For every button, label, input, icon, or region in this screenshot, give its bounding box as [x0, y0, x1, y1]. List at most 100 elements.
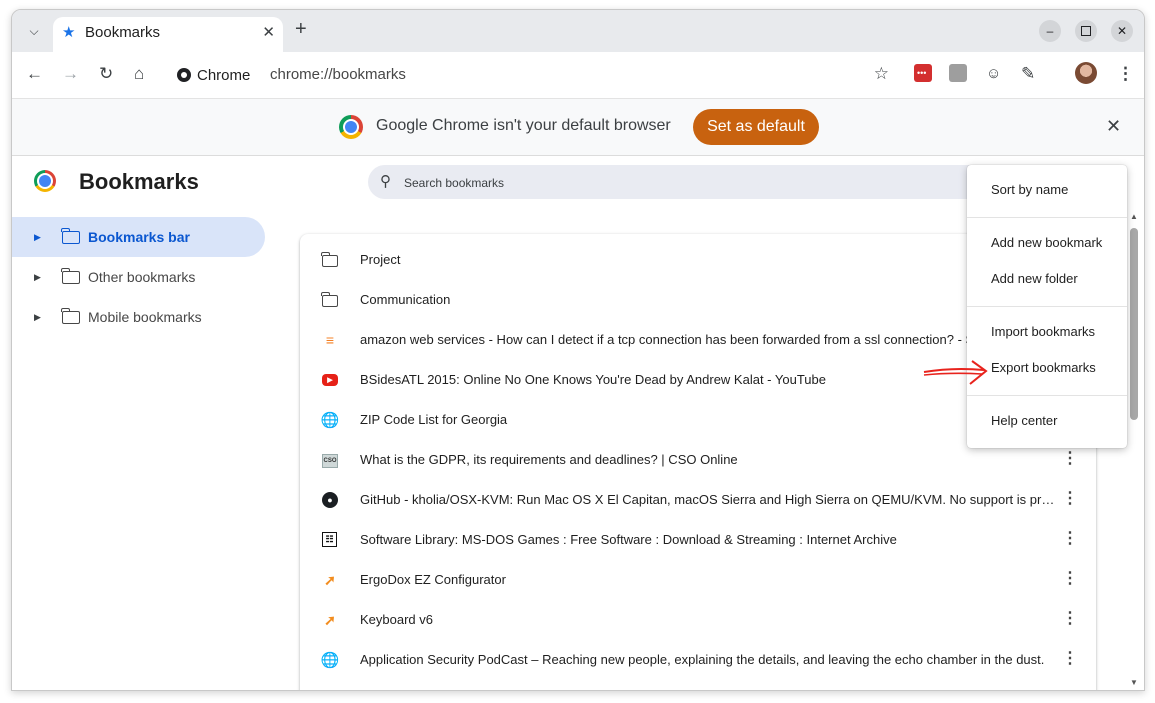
- sidebar-item-mobile-bookmarks[interactable]: ▶ Mobile bookmarks: [12, 297, 265, 337]
- globe-icon: 🌐: [320, 412, 340, 429]
- extension-puzzle-gray-icon[interactable]: [949, 64, 967, 82]
- bookmark-title: ZIP Code List for Georgia: [360, 412, 508, 427]
- tab-title: Bookmarks: [85, 24, 161, 41]
- star-icon: ★: [62, 24, 76, 41]
- close-window-button[interactable]: ✕: [1111, 20, 1133, 42]
- organize-menu: Sort by name Add new bookmark Add new fo…: [967, 165, 1127, 448]
- search-bookmarks-field[interactable]: ⚲: [368, 165, 1058, 199]
- menu-item-add-new-folder[interactable]: Add new folder: [967, 261, 1127, 297]
- ergodox-icon: ➚: [324, 611, 336, 628]
- menu-item-label: Export bookmarks: [991, 360, 1096, 375]
- expand-arrow-icon[interactable]: ▶: [34, 272, 41, 283]
- ergodox-icon: ➚: [324, 571, 336, 588]
- url-text[interactable]: chrome://bookmarks: [270, 66, 406, 83]
- folder-icon: [61, 268, 80, 284]
- minimize-button[interactable]: –: [1039, 20, 1061, 42]
- infobar-message: Google Chrome isn't your default browser: [376, 117, 671, 134]
- youtube-icon: ▶: [322, 374, 338, 386]
- bookmark-title: Project: [360, 252, 401, 267]
- folder-icon: [321, 292, 338, 307]
- chrome-logo-icon: [34, 170, 56, 192]
- menu-item-label: Add new bookmark: [991, 235, 1103, 250]
- scroll-up-arrow-icon[interactable]: ▲: [1130, 212, 1138, 221]
- list-item[interactable]: ● GitHub - kholia/OSX-KVM: Run Mac OS X …: [300, 480, 1096, 520]
- close-icon: ✕: [1116, 24, 1128, 38]
- more-actions-icon[interactable]: ⋮: [1062, 450, 1078, 468]
- more-menu-icon[interactable]: ⋮: [1117, 64, 1134, 84]
- site-chip-label: Chrome: [197, 66, 251, 84]
- folder-icon: [321, 252, 338, 267]
- home-icon[interactable]: ⌂: [134, 64, 144, 84]
- github-icon: ●: [322, 492, 338, 508]
- forward-icon[interactable]: →: [62, 64, 79, 84]
- chrome-logo-icon: [339, 115, 363, 139]
- list-item[interactable]: 🌐 Application Security PodCast – Reachin…: [300, 640, 1096, 680]
- bookmark-star-icon[interactable]: ☆: [874, 64, 889, 84]
- menu-item-help-center[interactable]: Help center: [967, 403, 1127, 439]
- bookmark-title: Application Security PodCast – Reaching …: [360, 652, 1045, 667]
- search-icon: ⚲: [380, 173, 391, 190]
- menu-item-import-bookmarks[interactable]: Import bookmarks: [967, 314, 1127, 350]
- minimize-icon: –: [1046, 24, 1054, 38]
- bookmark-title: GitHub - kholia/OSX-KVM: Run Mac OS X El…: [360, 492, 1060, 507]
- maximize-button[interactable]: [1075, 20, 1097, 42]
- menu-item-add-new-bookmark[interactable]: Add new bookmark: [967, 225, 1127, 261]
- expand-arrow-icon[interactable]: ▶: [34, 312, 41, 323]
- bookmark-title: ErgoDox EZ Configurator: [360, 572, 506, 587]
- folder-icon: [61, 308, 80, 324]
- archive-icon: ☷: [322, 532, 337, 547]
- cso-icon: CSO: [322, 454, 338, 468]
- menu-item-label: Add new folder: [991, 271, 1078, 286]
- reload-icon[interactable]: ↻: [99, 64, 113, 84]
- toolbar: ← → ↻ ⌂ Chrome chrome://bookmarks ☆ ••• …: [12, 52, 1144, 98]
- chrome-icon: [177, 68, 191, 82]
- search-input[interactable]: [402, 172, 1006, 194]
- red-arrow-annotation: [923, 360, 988, 385]
- tab-close-icon[interactable]: ✕: [262, 23, 275, 41]
- tab-search-button[interactable]: ⌵: [22, 19, 46, 43]
- list-item[interactable]: ➚ Keyboard v6 ⋮: [300, 600, 1096, 640]
- extensions-icon[interactable]: ✎: [1021, 64, 1035, 84]
- omnibox[interactable]: Chrome chrome://bookmarks ☆: [169, 58, 889, 92]
- page-title: Bookmarks: [79, 169, 199, 194]
- sidebar-item-label: Bookmarks bar: [88, 229, 190, 245]
- bookmark-title: Communication: [360, 292, 451, 307]
- sidebar-item-label: Other bookmarks: [88, 269, 196, 285]
- expand-arrow-icon[interactable]: ▶: [34, 232, 41, 243]
- bookmark-title: amazon web services - How can I detect i…: [360, 332, 975, 347]
- tab-bookmarks[interactable]: ★ Bookmarks ✕: [53, 17, 283, 52]
- new-tab-button[interactable]: +: [295, 18, 307, 41]
- back-icon[interactable]: ←: [26, 64, 43, 84]
- sidebar-item-bookmarks-bar[interactable]: ▶ Bookmarks bar: [12, 217, 265, 257]
- bookmark-title: Software Library: MS-DOS Games : Free So…: [360, 532, 897, 547]
- list-item[interactable]: ➚ ErgoDox EZ Configurator ⋮: [300, 560, 1096, 600]
- set-as-default-button[interactable]: Set as default: [693, 109, 819, 145]
- lastpass-extension-icon[interactable]: •••: [914, 64, 932, 82]
- tab-strip: ⌵ ★ Bookmarks ✕ + – ✕: [12, 10, 1144, 52]
- menu-item-sort-by-name[interactable]: Sort by name: [967, 172, 1127, 208]
- bookmark-title: What is the GDPR, its requirements and d…: [360, 452, 738, 467]
- more-actions-icon[interactable]: ⋮: [1062, 530, 1078, 548]
- menu-item-label: Help center: [991, 413, 1058, 428]
- menu-divider: [967, 217, 1127, 218]
- site-chip[interactable]: Chrome: [177, 63, 250, 87]
- list-item[interactable]: ☷ Software Library: MS-DOS Games : Free …: [300, 520, 1096, 560]
- menu-item-label: Import bookmarks: [991, 324, 1096, 339]
- extension-face-icon[interactable]: ☺: [986, 64, 1001, 84]
- stackoverflow-icon: ≡: [325, 332, 335, 348]
- sidebar-item-other-bookmarks[interactable]: ▶ Other bookmarks: [12, 257, 265, 297]
- maximize-icon: [1081, 26, 1091, 36]
- more-actions-icon[interactable]: ⋮: [1062, 650, 1078, 668]
- more-actions-icon[interactable]: ⋮: [1062, 570, 1078, 588]
- folder-icon: [61, 228, 80, 244]
- menu-divider: [967, 395, 1127, 396]
- scrollbar-thumb[interactable]: [1130, 228, 1138, 420]
- more-actions-icon[interactable]: ⋮: [1062, 610, 1078, 628]
- more-actions-icon[interactable]: ⋮: [1062, 490, 1078, 508]
- globe-icon: 🌐: [320, 652, 340, 669]
- scroll-down-arrow-icon[interactable]: ▼: [1130, 678, 1138, 687]
- browser-window: ⌵ ★ Bookmarks ✕ + – ✕ ← → ↻ ⌂ Chrome chr…: [11, 9, 1145, 691]
- avatar[interactable]: [1075, 62, 1097, 84]
- menu-item-label: Sort by name: [991, 182, 1069, 197]
- infobar-close-icon[interactable]: ✕: [1106, 116, 1121, 137]
